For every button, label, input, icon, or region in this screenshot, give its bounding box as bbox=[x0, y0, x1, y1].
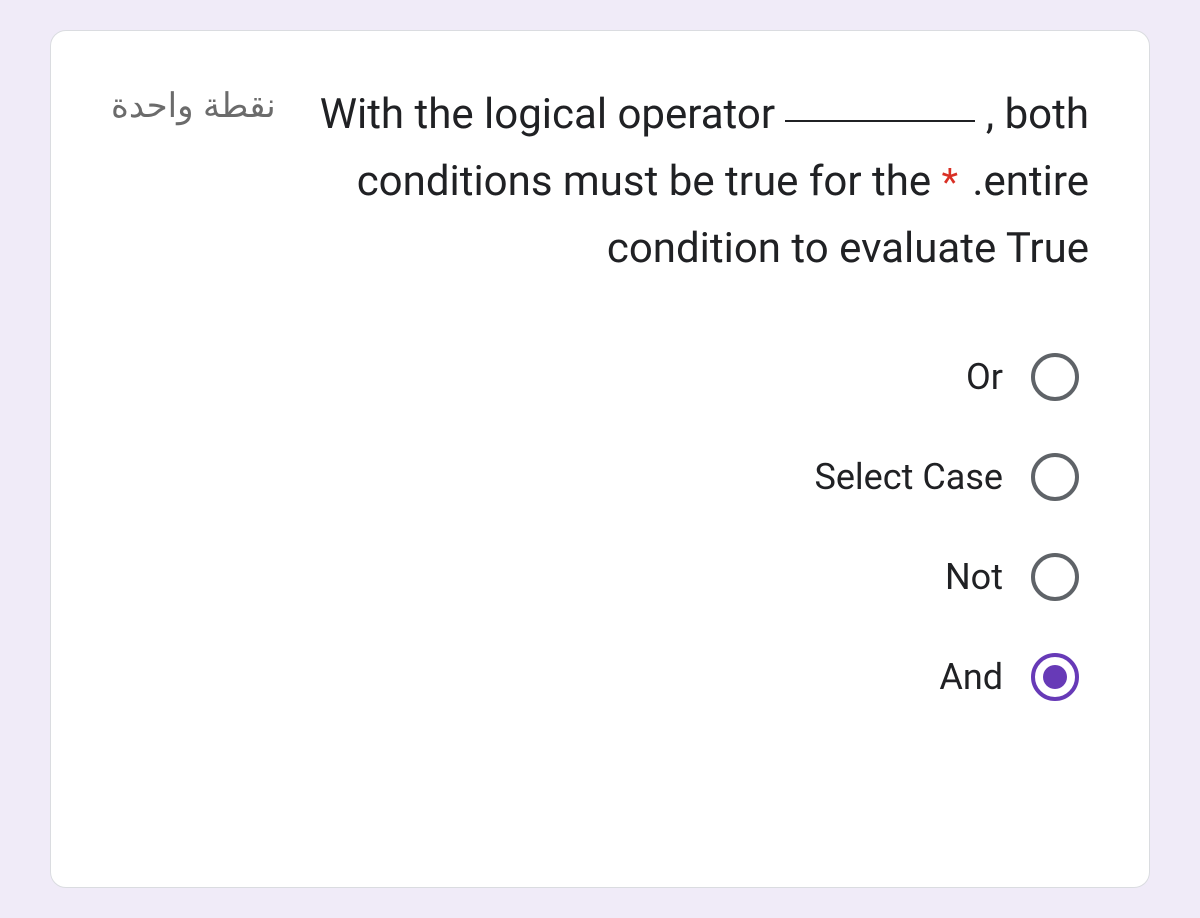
radio-wrapper bbox=[1031, 653, 1079, 701]
option-label: Select Case bbox=[814, 456, 1003, 498]
radio-icon[interactable] bbox=[1031, 453, 1079, 501]
question-text: With the logical operator , both conditi… bbox=[316, 81, 1089, 283]
option-select-case[interactable]: Select Case bbox=[814, 453, 1079, 501]
radio-icon[interactable] bbox=[1031, 353, 1079, 401]
question-text-part1: With the logical operator bbox=[320, 90, 786, 139]
radio-wrapper bbox=[1031, 353, 1079, 401]
blank-line bbox=[785, 120, 975, 122]
radio-wrapper bbox=[1031, 453, 1079, 501]
option-label: And bbox=[939, 656, 1003, 698]
option-or[interactable]: Or bbox=[966, 353, 1079, 401]
question-header: نقطة واحدة With the logical operator , b… bbox=[111, 81, 1089, 283]
option-label: Not bbox=[945, 556, 1003, 598]
options-list: Or Select Case Not And bbox=[111, 353, 1089, 701]
radio-icon[interactable] bbox=[1031, 553, 1079, 601]
option-and[interactable]: And bbox=[939, 653, 1079, 701]
option-not[interactable]: Not bbox=[945, 553, 1079, 601]
points-label: نقطة واحدة bbox=[111, 81, 276, 126]
required-star-icon: * bbox=[942, 161, 958, 205]
question-card: نقطة واحدة With the logical operator , b… bbox=[50, 30, 1150, 888]
radio-wrapper bbox=[1031, 553, 1079, 601]
radio-icon-selected[interactable] bbox=[1031, 653, 1079, 701]
option-label: Or bbox=[966, 356, 1003, 398]
